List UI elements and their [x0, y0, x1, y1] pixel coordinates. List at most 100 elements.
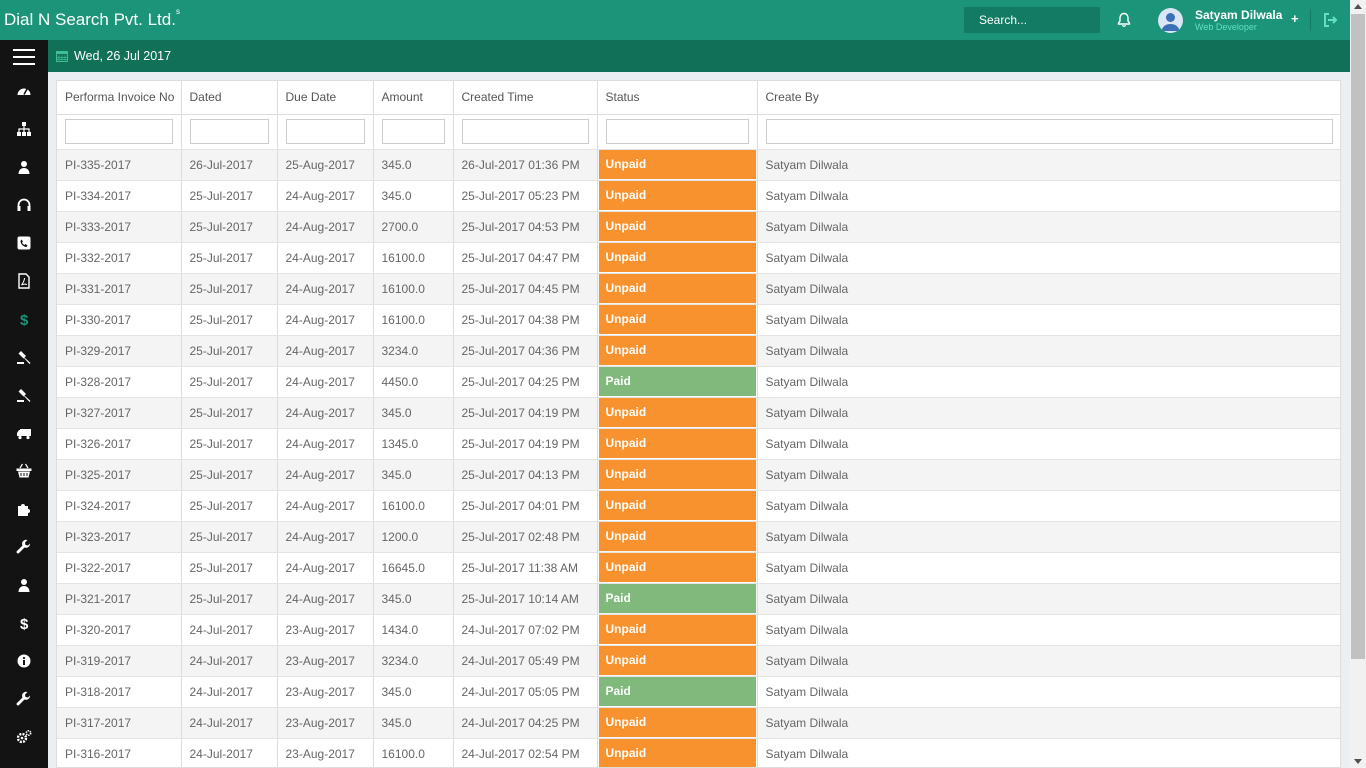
cell-invoice-no[interactable]: PI-331-2017	[57, 273, 182, 305]
cell-invoice-no[interactable]: PI-330-2017	[57, 304, 182, 336]
table-row[interactable]: PI-334-2017 25-Jul-2017 24-Aug-2017 345.0 25…	[57, 180, 1340, 212]
cell-invoice-no[interactable]: PI-327-2017	[57, 397, 182, 429]
sidebar-item-plugins[interactable]	[0, 490, 48, 528]
status-badge[interactable]: Unpaid	[598, 553, 756, 582]
cell-invoice-no[interactable]: PI-333-2017	[57, 211, 182, 243]
avatar[interactable]	[1158, 8, 1183, 33]
table-row[interactable]: PI-318-2017 24-Jul-2017 23-Aug-2017 345.0 24…	[57, 676, 1340, 708]
logout-icon[interactable]	[1322, 12, 1338, 28]
table-row[interactable]: PI-331-2017 25-Jul-2017 24-Aug-2017 16100.0…	[57, 273, 1340, 305]
table-row[interactable]: PI-333-2017 25-Jul-2017 24-Aug-2017 2700.0 2…	[57, 211, 1340, 243]
table-row[interactable]: PI-322-2017 25-Jul-2017 24-Aug-2017 16645.0…	[57, 552, 1340, 584]
filter-dated[interactable]	[189, 119, 269, 144]
cell-invoice-no[interactable]: PI-332-2017	[57, 242, 182, 274]
sidebar-item-info[interactable]	[0, 642, 48, 680]
status-badge[interactable]: Unpaid	[598, 708, 756, 737]
cell-invoice-no[interactable]: PI-320-2017	[57, 614, 182, 646]
status-badge[interactable]: Unpaid	[598, 150, 756, 179]
sidebar-item-profile[interactable]	[0, 566, 48, 604]
filter-create-by[interactable]	[765, 119, 1333, 144]
table-row[interactable]: PI-323-2017 25-Jul-2017 24-Aug-2017 1200.0 2…	[57, 521, 1340, 553]
status-badge[interactable]: Unpaid	[598, 212, 756, 241]
table-row[interactable]: PI-316-2017 24-Jul-2017 23-Aug-2017 16100.0…	[57, 738, 1340, 767]
col-header-status[interactable]: Status	[597, 81, 758, 115]
table-row[interactable]: PI-325-2017 25-Jul-2017 24-Aug-2017 345.0 25…	[57, 459, 1340, 491]
table-row[interactable]: PI-329-2017 25-Jul-2017 24-Aug-2017 3234.0 2…	[57, 335, 1340, 367]
col-header-due-date[interactable]: Due Date	[277, 81, 374, 115]
status-badge[interactable]: Unpaid	[598, 739, 756, 767]
sidebar-item-tools[interactable]	[0, 528, 48, 566]
sidebar-item-delivery[interactable]	[0, 414, 48, 452]
table-row[interactable]: PI-319-2017 24-Jul-2017 23-Aug-2017 3234.0 2…	[57, 645, 1340, 677]
table-row[interactable]: PI-327-2017 25-Jul-2017 24-Aug-2017 345.0 25…	[57, 397, 1340, 429]
cell-invoice-no[interactable]: PI-322-2017	[57, 552, 182, 584]
cell-invoice-no[interactable]: PI-335-2017	[57, 149, 182, 181]
cell-invoice-no[interactable]: PI-317-2017	[57, 707, 182, 739]
menu-toggle-icon[interactable]	[13, 49, 35, 65]
scroll-up-arrow-icon[interactable]	[1354, 4, 1362, 9]
sidebar-item-settings[interactable]	[0, 718, 48, 756]
col-header-invoice-no[interactable]: Performa Invoice No	[57, 81, 182, 115]
status-badge[interactable]: Unpaid	[598, 491, 756, 520]
status-badge[interactable]: Unpaid	[598, 336, 756, 365]
col-header-dated[interactable]: Dated	[181, 81, 278, 115]
filter-status[interactable]	[605, 119, 749, 144]
search-input[interactable]	[964, 7, 1100, 33]
table-row[interactable]: PI-332-2017 25-Jul-2017 24-Aug-2017 16100.0…	[57, 242, 1340, 274]
sidebar-item-billing[interactable]: $	[0, 300, 48, 338]
table-row[interactable]: PI-317-2017 24-Jul-2017 23-Aug-2017 345.0 24…	[57, 707, 1340, 739]
sidebar-item-payments[interactable]: $	[0, 604, 48, 642]
sidebar-item-dashboard[interactable]	[0, 72, 48, 110]
table-row[interactable]: PI-328-2017 25-Jul-2017 24-Aug-2017 4450.0 2…	[57, 366, 1340, 398]
sidebar-item-gavel-2[interactable]	[0, 376, 48, 414]
cell-invoice-no[interactable]: PI-316-2017	[57, 738, 182, 767]
status-badge[interactable]: Unpaid	[598, 646, 756, 675]
status-badge[interactable]: Unpaid	[598, 243, 756, 272]
table-row[interactable]: PI-330-2017 25-Jul-2017 24-Aug-2017 16100.0…	[57, 304, 1340, 336]
sidebar-item-user[interactable]	[0, 148, 48, 186]
table-row[interactable]: PI-326-2017 25-Jul-2017 24-Aug-2017 1345.0 2…	[57, 428, 1340, 460]
table-row[interactable]: PI-335-2017 26-Jul-2017 25-Aug-2017 345.0 26…	[57, 149, 1340, 181]
sidebar-item-sitemap[interactable]	[0, 110, 48, 148]
filter-invoice-no[interactable]	[65, 119, 173, 144]
user-name[interactable]: Satyam Dilwala	[1195, 8, 1282, 22]
scrollbar-thumb[interactable]	[1351, 14, 1365, 659]
table-row[interactable]: PI-324-2017 25-Jul-2017 24-Aug-2017 16100.0…	[57, 490, 1340, 522]
status-badge[interactable]: Unpaid	[598, 522, 756, 551]
scroll-down-arrow-icon[interactable]	[1354, 759, 1362, 764]
status-badge[interactable]: Paid	[598, 677, 756, 706]
cell-invoice-no[interactable]: PI-334-2017	[57, 180, 182, 212]
sidebar-item-pdf[interactable]	[0, 262, 48, 300]
bell-icon[interactable]	[1116, 12, 1132, 28]
cell-invoice-no[interactable]: PI-329-2017	[57, 335, 182, 367]
status-badge[interactable]: Unpaid	[598, 615, 756, 644]
status-badge[interactable]: Paid	[598, 584, 756, 613]
cell-invoice-no[interactable]: PI-319-2017	[57, 645, 182, 677]
cell-invoice-no[interactable]: PI-321-2017	[57, 583, 182, 615]
plus-icon[interactable]: +	[1291, 11, 1299, 26]
sidebar-item-support[interactable]	[0, 186, 48, 224]
sidebar-item-gavel-1[interactable]	[0, 338, 48, 376]
brand-logo[interactable]: Dial N Search Pvt. Ltd.s	[4, 7, 180, 30]
status-badge[interactable]: Paid	[598, 367, 756, 396]
status-badge[interactable]: Unpaid	[598, 460, 756, 489]
status-badge[interactable]: Unpaid	[598, 429, 756, 458]
cell-invoice-no[interactable]: PI-325-2017	[57, 459, 182, 491]
cell-invoice-no[interactable]: PI-318-2017	[57, 676, 182, 708]
sidebar-item-phone[interactable]	[0, 224, 48, 262]
col-header-created-time[interactable]: Created Time	[453, 81, 598, 115]
cell-invoice-no[interactable]: PI-326-2017	[57, 428, 182, 460]
status-badge[interactable]: Unpaid	[598, 305, 756, 334]
filter-amount[interactable]	[381, 119, 445, 144]
cell-invoice-no[interactable]: PI-328-2017	[57, 366, 182, 398]
table-row[interactable]: PI-320-2017 24-Jul-2017 23-Aug-2017 1434.0 2…	[57, 614, 1340, 646]
status-badge[interactable]: Unpaid	[598, 181, 756, 210]
filter-due-date[interactable]	[285, 119, 365, 144]
cell-invoice-no[interactable]: PI-323-2017	[57, 521, 182, 553]
table-row[interactable]: PI-321-2017 25-Jul-2017 24-Aug-2017 345.0 25…	[57, 583, 1340, 615]
sidebar-item-orders[interactable]	[0, 452, 48, 490]
status-badge[interactable]: Unpaid	[598, 398, 756, 427]
cell-invoice-no[interactable]: PI-324-2017	[57, 490, 182, 522]
status-badge[interactable]: Unpaid	[598, 274, 756, 303]
col-header-amount[interactable]: Amount	[373, 81, 454, 115]
